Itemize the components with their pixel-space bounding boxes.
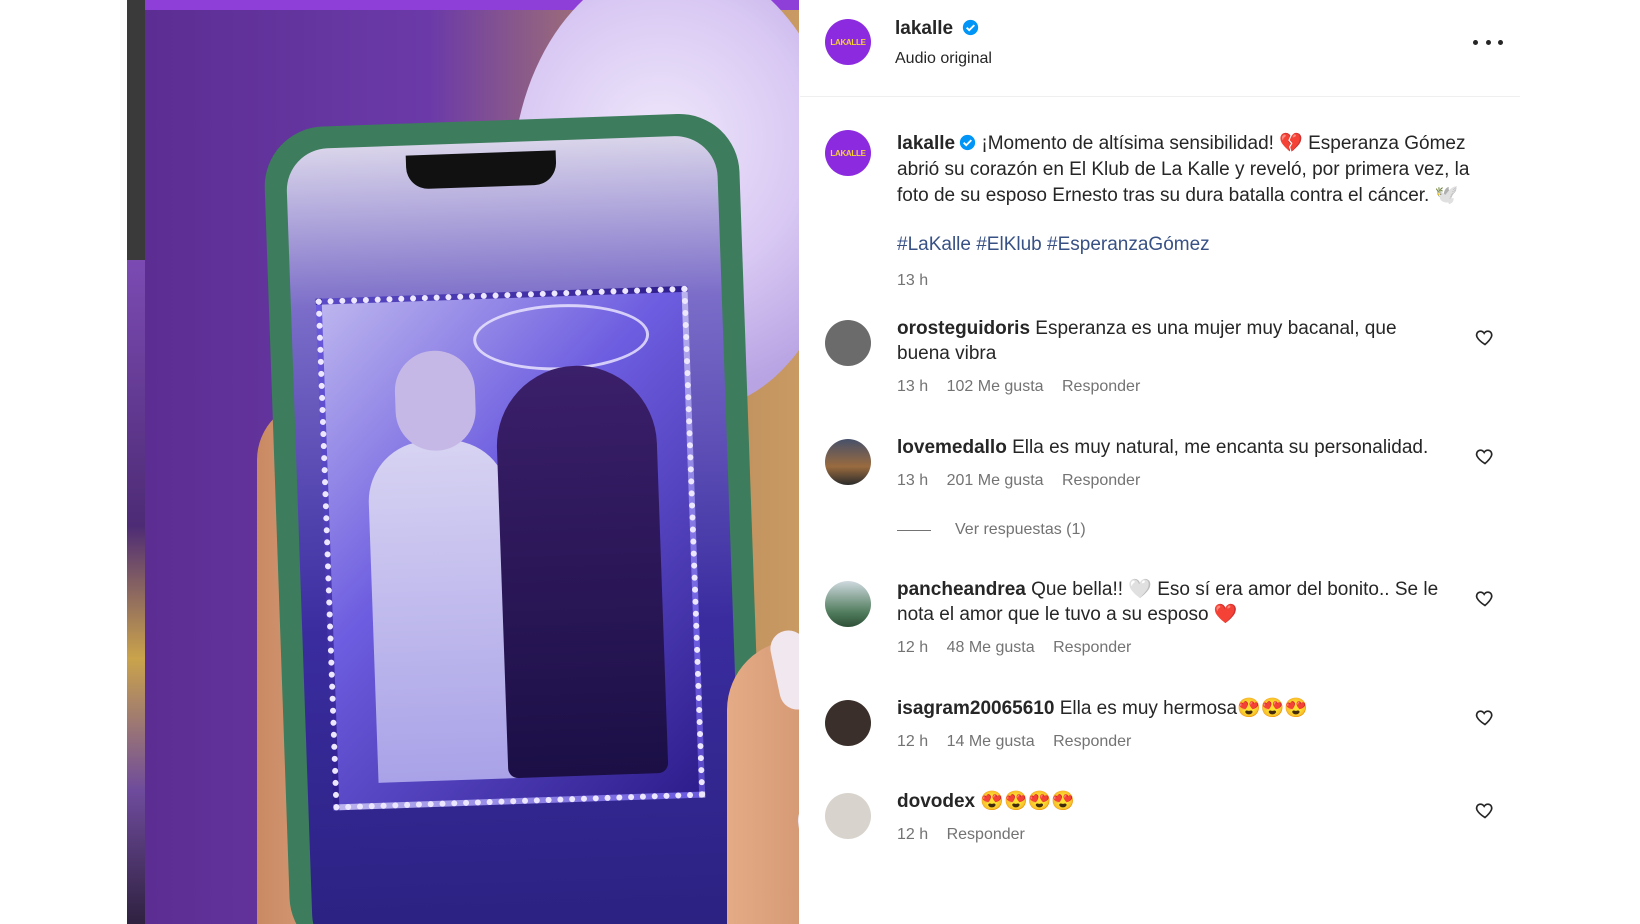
comment-likes[interactable]: 102 Me gusta <box>947 378 1044 395</box>
comment-likes[interactable]: 48 Me gusta <box>947 639 1035 656</box>
woman-figure <box>494 363 669 779</box>
commenter-avatar[interactable] <box>825 320 871 366</box>
comment-meta: 13 h 201 Me gusta Responder <box>897 472 1154 490</box>
commenter-username[interactable]: dovodex <box>897 791 975 812</box>
like-heart-icon[interactable] <box>1475 707 1495 727</box>
post-header: LAKALLE lakalle Audio original <box>800 0 1520 97</box>
commenter-avatar[interactable] <box>825 581 871 627</box>
comment-body: pancheandrea Que bella!! 🤍 Eso sí era am… <box>897 577 1457 627</box>
comment-likes[interactable]: 14 Me gusta <box>947 733 1035 750</box>
more-options-icon[interactable] <box>1473 30 1503 54</box>
reply-button[interactable]: Responder <box>1062 472 1140 489</box>
like-heart-icon[interactable] <box>1475 800 1495 820</box>
hashtag-link[interactable]: #EsperanzaGómez <box>1047 234 1210 255</box>
reply-button[interactable]: Responder <box>1053 639 1131 656</box>
commenter-avatar[interactable] <box>825 700 871 746</box>
verified-badge-icon <box>962 19 978 36</box>
like-heart-icon[interactable] <box>1475 446 1495 466</box>
hashtag-link[interactable]: #ElKlub <box>976 234 1042 255</box>
commenter-avatar[interactable] <box>825 793 871 839</box>
like-heart-icon[interactable] <box>1475 588 1495 608</box>
phone-notch <box>405 150 557 190</box>
hashtag-link[interactable]: #LaKalle <box>897 234 971 255</box>
hashtag-row: #LaKalle #ElKlub #EsperanzaGómez <box>897 234 1210 256</box>
couple-photo <box>315 285 706 811</box>
comment-time[interactable]: 12 h <box>897 639 928 656</box>
comment-time[interactable]: 12 h <box>897 826 928 843</box>
author-name-row: lakalle <box>895 18 979 40</box>
comment-text: Que bella!! 🤍 Eso sí era amor del bonito… <box>1031 579 1439 600</box>
comment-body: lovemedallo Ella es muy natural, me enca… <box>897 435 1457 460</box>
comment-text: Ella es muy natural, me encanta su perso… <box>1012 437 1429 458</box>
commenter-username[interactable]: orosteguidoris <box>897 318 1030 339</box>
author-avatar[interactable]: LAKALLE <box>825 19 871 65</box>
commenter-username[interactable]: pancheandrea <box>897 579 1026 600</box>
phone-screen <box>285 134 745 924</box>
verified-badge-icon <box>959 134 976 151</box>
comment-meta: 12 h 48 Me gusta Responder <box>897 639 1145 657</box>
comment-body: isagram20065610 Ella es muy hermosa😍😍😍 <box>897 696 1457 721</box>
comment-time[interactable]: 12 h <box>897 733 928 750</box>
reply-button[interactable]: Responder <box>947 826 1025 843</box>
man-head <box>393 349 477 453</box>
view-replies-button[interactable]: Ver respuestas (1) <box>897 521 1086 539</box>
replies-divider <box>897 529 931 531</box>
avatar-logo-text: LAKALLE <box>830 37 866 47</box>
comment-meta: 12 h Responder <box>897 826 1039 844</box>
comment-text: buena vibra <box>897 343 997 364</box>
caption-line: abrió su corazón en El Klub de La Kalle … <box>897 159 1470 180</box>
audio-label[interactable]: Audio original <box>895 50 992 68</box>
comment-meta: 12 h 14 Me gusta Responder <box>897 733 1145 751</box>
comment-text: 😍😍😍😍 <box>980 791 1076 812</box>
author-username[interactable]: lakalle <box>895 18 953 39</box>
comment-text: Ella es muy hermosa😍😍😍 <box>1059 698 1309 719</box>
post-timestamp[interactable]: 13 h <box>897 272 928 290</box>
post-media[interactable] <box>127 0 799 924</box>
caption-line: foto de su esposo Ernesto tras su dura b… <box>897 185 1459 206</box>
comment-likes[interactable]: 201 Me gusta <box>947 472 1044 489</box>
commenter-avatar[interactable] <box>825 439 871 485</box>
comment-body: dovodex 😍😍😍😍 <box>897 789 1457 814</box>
avatar-logo-text: LAKALLE <box>830 148 866 158</box>
commenter-username[interactable]: isagram20065610 <box>897 698 1054 719</box>
caption-avatar[interactable]: LAKALLE <box>825 130 871 176</box>
caption-username[interactable]: lakalle <box>897 133 955 154</box>
comment-body: orosteguidoris Esperanza es una mujer mu… <box>897 316 1457 366</box>
man-figure <box>366 438 519 783</box>
comment-text: nota el amor que le tuvo a su esposo ❤️ <box>897 604 1238 625</box>
caption-line: ¡Momento de altísima sensibilidad! 💔 Esp… <box>981 133 1466 154</box>
reply-button[interactable]: Responder <box>1062 378 1140 395</box>
post-side-panel: LAKALLE lakalle Audio original LAKALLE l… <box>800 0 1520 924</box>
caption-text: lakalle ¡Momento de altísima sensibilida… <box>897 131 1497 209</box>
like-heart-icon[interactable] <box>1475 327 1495 347</box>
comment-time[interactable]: 13 h <box>897 378 928 395</box>
halo-drawing <box>472 301 651 374</box>
media-left-strip <box>127 260 145 924</box>
commenter-username[interactable]: lovemedallo <box>897 437 1007 458</box>
comment-time[interactable]: 13 h <box>897 472 928 489</box>
view-replies-label: Ver respuestas (1) <box>955 521 1086 538</box>
comment-meta: 13 h 102 Me gusta Responder <box>897 378 1154 396</box>
comment-text: Esperanza es una mujer muy bacanal, que <box>1035 318 1397 339</box>
phone-in-photo <box>262 111 767 924</box>
reply-button[interactable]: Responder <box>1053 733 1131 750</box>
